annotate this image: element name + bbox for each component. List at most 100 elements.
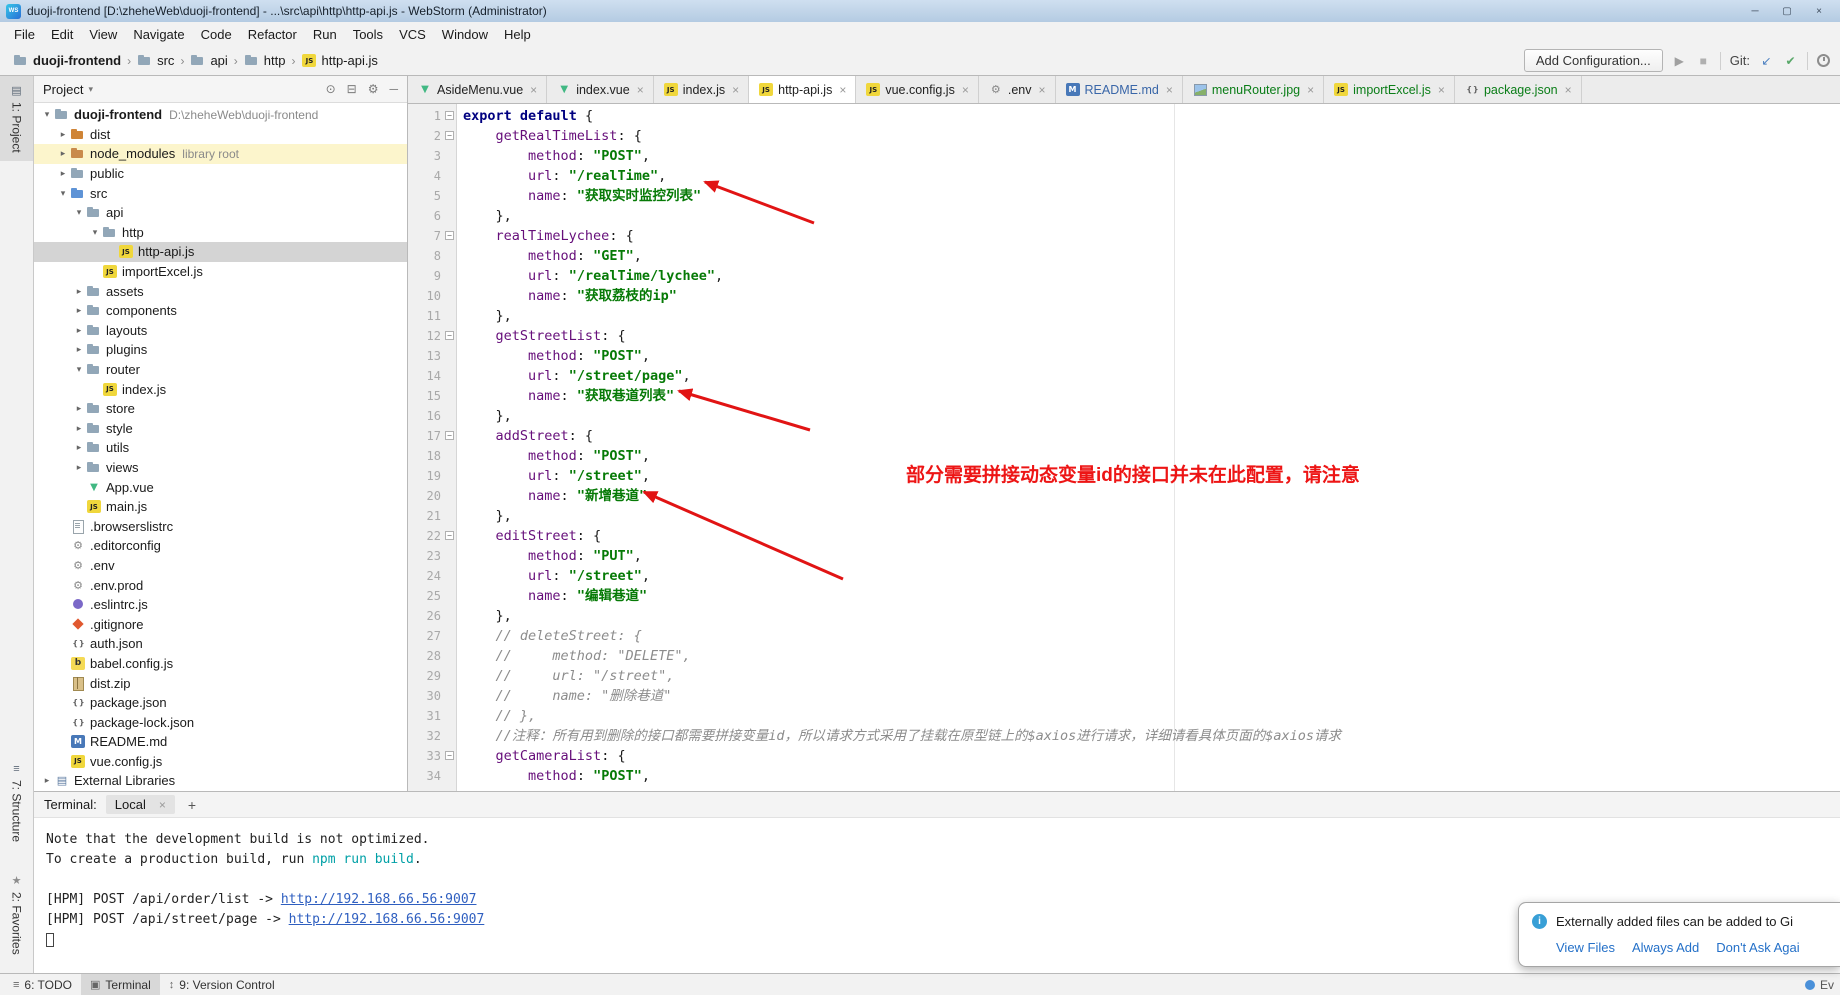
close-tab-icon[interactable]: × (732, 83, 739, 97)
statusbar-6-todo[interactable]: 6: TODO (4, 974, 81, 995)
event-log-icon[interactable] (1805, 980, 1815, 990)
tree-item[interactable]: ▸components (34, 301, 407, 321)
close-tab-icon[interactable]: × (839, 83, 846, 97)
editor-tab[interactable]: http-api.js× (749, 76, 856, 103)
fold-marker[interactable]: − (441, 106, 457, 126)
code-line[interactable]: 14 url: "/street/page", (408, 366, 1840, 386)
tree-item[interactable]: ▸assets (34, 281, 407, 301)
menu-edit[interactable]: Edit (43, 24, 81, 45)
add-configuration-button[interactable]: Add Configuration... (1524, 49, 1663, 72)
code-line[interactable]: 17− addStreet: { (408, 426, 1840, 446)
chevron-closed-icon[interactable]: ▸ (72, 442, 86, 453)
code-line[interactable]: 34 method: "POST", (408, 766, 1840, 786)
close-button[interactable]: × (1804, 3, 1834, 19)
tool-strip-favorites-button[interactable]: 2: Favorites (0, 866, 33, 963)
code-line[interactable]: 28 // method: "DELETE", (408, 646, 1840, 666)
breadcrumb-item[interactable]: http-api.js (298, 51, 380, 70)
fold-marker[interactable]: − (441, 226, 457, 246)
menu-navigate[interactable]: Navigate (125, 24, 192, 45)
menu-file[interactable]: File (6, 24, 43, 45)
tree-item[interactable]: ▾api (34, 203, 407, 223)
editor-tab[interactable]: .env× (979, 76, 1056, 103)
tree-item[interactable]: .browserslistrc (34, 516, 407, 536)
chevron-open-icon[interactable]: ▾ (56, 188, 70, 199)
tree-item[interactable]: http-api.js (34, 242, 407, 262)
code-line[interactable]: 20 name: "新增巷道" (408, 486, 1840, 506)
chevron-closed-icon[interactable]: ▸ (56, 168, 70, 179)
tree-item[interactable]: ▸public (34, 164, 407, 184)
breadcrumb-item[interactable]: api (187, 51, 230, 70)
code-line[interactable]: 22− editStreet: { (408, 526, 1840, 546)
menu-tools[interactable]: Tools (345, 24, 391, 45)
hide-panel-icon[interactable] (389, 82, 398, 96)
code-line[interactable]: 16 }, (408, 406, 1840, 426)
code-line[interactable]: 8 method: "GET", (408, 246, 1840, 266)
breadcrumb-item[interactable]: duoji-frontend (10, 51, 124, 70)
tree-item[interactable]: main.js (34, 497, 407, 517)
chevron-closed-icon[interactable]: ▸ (72, 305, 86, 316)
close-tab-icon[interactable]: × (1038, 83, 1045, 97)
local-history-icon[interactable] (1817, 54, 1830, 67)
breadcrumb-item[interactable]: src (134, 51, 177, 70)
tree-item[interactable]: ▾http (34, 223, 407, 243)
tree-item[interactable]: package-lock.json (34, 712, 407, 732)
tree-item[interactable]: ▸views (34, 458, 407, 478)
code-line[interactable]: 11 }, (408, 306, 1840, 326)
code-line[interactable]: 5 name: "获取实时监控列表" (408, 186, 1840, 206)
menu-code[interactable]: Code (193, 24, 240, 45)
tree-item[interactable]: .gitignore (34, 614, 407, 634)
code-line[interactable]: 31 // }, (408, 706, 1840, 726)
code-line[interactable]: 24 url: "/street", (408, 566, 1840, 586)
tree-item[interactable]: importExcel.js (34, 262, 407, 282)
tree-item[interactable]: auth.json (34, 634, 407, 654)
tree-item[interactable]: .env (34, 556, 407, 576)
run-icon[interactable] (1672, 54, 1687, 68)
tree-item[interactable]: .env.prod (34, 575, 407, 595)
close-terminal-tab-icon[interactable]: × (159, 798, 166, 812)
statusbar-9-version-control[interactable]: 9: Version Control (160, 974, 284, 995)
fold-marker[interactable]: − (441, 526, 457, 546)
code-line[interactable]: 4 url: "/realTime", (408, 166, 1840, 186)
chevron-open-icon[interactable]: ▾ (40, 109, 54, 120)
code-line[interactable]: 23 method: "PUT", (408, 546, 1840, 566)
chevron-closed-icon[interactable]: ▸ (72, 403, 86, 414)
code-line[interactable]: 12− getStreetList: { (408, 326, 1840, 346)
close-tab-icon[interactable]: × (1307, 83, 1314, 97)
chevron-open-icon[interactable]: ▾ (88, 227, 102, 238)
code-line[interactable]: 10 name: "获取荔枝的ip" (408, 286, 1840, 306)
menu-run[interactable]: Run (305, 24, 345, 45)
close-tab-icon[interactable]: × (962, 83, 969, 97)
tree-item[interactable]: package.json (34, 693, 407, 713)
vcs-commit-icon[interactable] (1783, 54, 1798, 68)
tree-item[interactable]: ▸dist (34, 125, 407, 145)
tree-item[interactable]: ▸utils (34, 438, 407, 458)
code-line[interactable]: 26 }, (408, 606, 1840, 626)
menu-help[interactable]: Help (496, 24, 539, 45)
notification-action[interactable]: View Files (1556, 940, 1615, 955)
maximize-button[interactable]: ▢ (1772, 3, 1802, 19)
new-terminal-button[interactable]: + (184, 797, 200, 813)
code-line[interactable]: 13 method: "POST", (408, 346, 1840, 366)
code-line[interactable]: 27 // deleteStreet: { (408, 626, 1840, 646)
menu-view[interactable]: View (81, 24, 125, 45)
breadcrumb-item[interactable]: http (241, 51, 289, 70)
tree-item[interactable]: babel.config.js (34, 654, 407, 674)
close-tab-icon[interactable]: × (1438, 83, 1445, 97)
menu-vcs[interactable]: VCS (391, 24, 434, 45)
tree-item[interactable]: ▾src (34, 183, 407, 203)
event-log-label[interactable]: Ev (1820, 978, 1834, 992)
menu-refactor[interactable]: Refactor (240, 24, 305, 45)
chevron-closed-icon[interactable]: ▸ (72, 423, 86, 434)
stop-icon[interactable] (1696, 54, 1711, 68)
tree-item[interactable]: ▸layouts (34, 321, 407, 341)
locate-file-icon[interactable] (326, 82, 336, 96)
statusbar-terminal[interactable]: Terminal (81, 974, 160, 995)
code-line[interactable]: 29 // url: "/street", (408, 666, 1840, 686)
tree-item[interactable]: ▸plugins (34, 340, 407, 360)
project-dropdown-caret-icon[interactable]: ▾ (88, 84, 93, 95)
tree-item[interactable]: README.md (34, 732, 407, 752)
close-tab-icon[interactable]: × (637, 83, 644, 97)
chevron-closed-icon[interactable]: ▸ (72, 286, 86, 297)
fold-marker[interactable]: − (441, 326, 457, 346)
code-line[interactable]: 32 //注释：所有用到删除的接口都需要拼接变量id，所以请求方式采用了挂载在原… (408, 726, 1840, 746)
